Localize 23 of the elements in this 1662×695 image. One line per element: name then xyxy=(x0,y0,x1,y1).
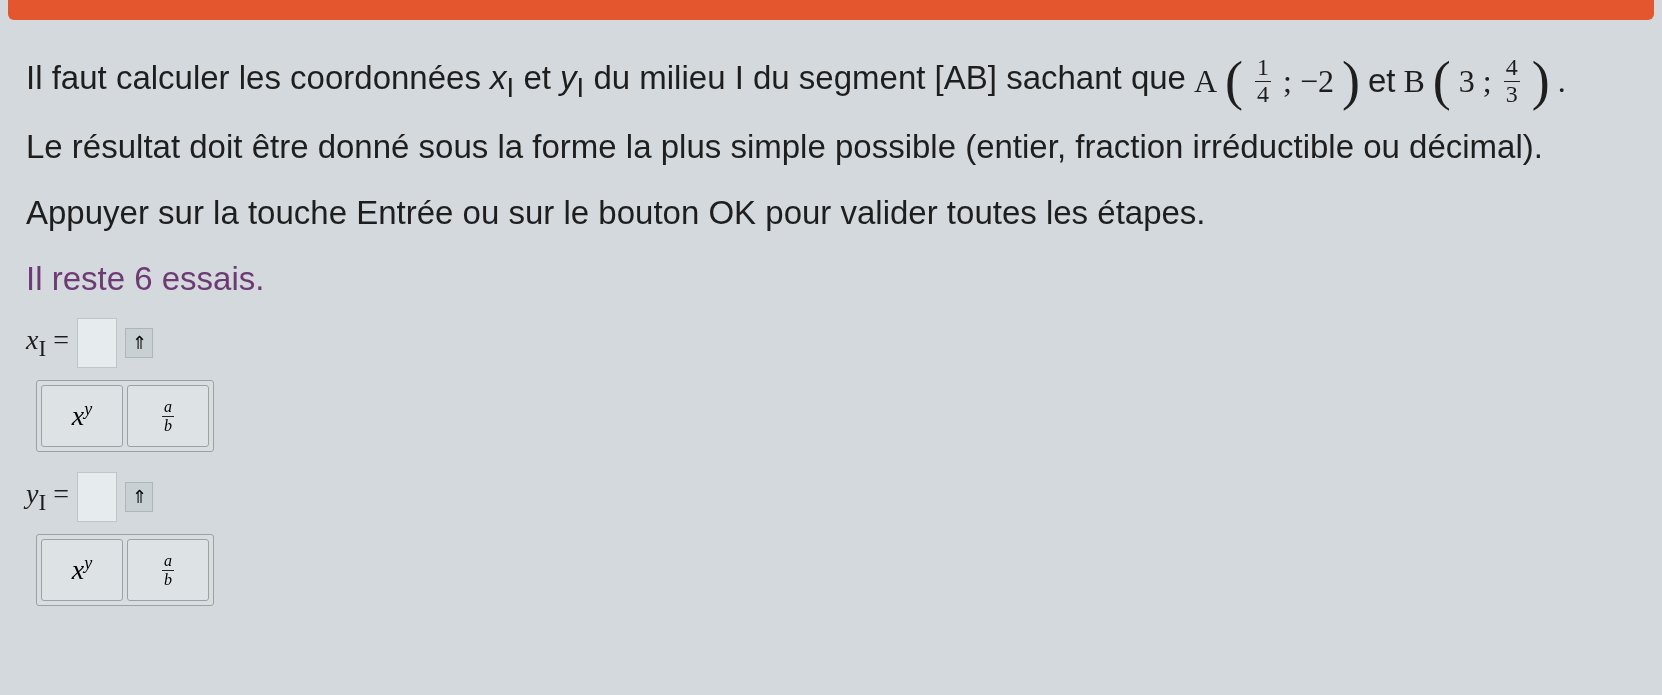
keypad-toggle-button[interactable]: ⇑ xyxy=(125,328,153,358)
instruction-text: Le résultat doit être donné sous la forme la plus simple possible (entier, fraction irréductible ou décimal). xyxy=(26,128,1543,166)
answer-field[interactable] xyxy=(77,318,117,368)
answer-field[interactable] xyxy=(77,472,117,522)
instruction-text: Appuyer sur la touche Entrée ou sur le bouton OK pour valider toutes les étapes. xyxy=(26,194,1206,232)
point-name: A xyxy=(1193,62,1218,100)
power-key[interactable]: x$^{y}$ xyxy=(41,539,123,601)
power-key[interactable]: x$^{y}$ xyxy=(41,385,123,447)
attempts-text: Il reste 6 essais. xyxy=(26,260,265,298)
answer-label: x$_{I}$ = xyxy=(26,324,69,362)
period: . xyxy=(1557,62,1566,100)
coordinate: 3 xyxy=(1458,62,1475,100)
coordinate: −2 xyxy=(1299,62,1334,100)
question-text: Il faut calculer les coordonnées x$_{I}$ et y$_{I}$ du milieu I du segment [AB] sachant que xyxy=(26,58,1186,104)
point-name: B xyxy=(1403,62,1425,100)
joiner-text: et xyxy=(1367,62,1396,100)
fraction-key[interactable]: a b xyxy=(127,385,209,447)
separator: ; xyxy=(1482,62,1492,100)
fraction-key[interactable]: a b xyxy=(127,539,209,601)
keypad-toggle-button[interactable]: ⇑ xyxy=(125,482,153,512)
separator: ; xyxy=(1283,62,1292,100)
fraction: 1 4 xyxy=(1255,55,1272,107)
fraction: 4 3 xyxy=(1503,55,1520,107)
